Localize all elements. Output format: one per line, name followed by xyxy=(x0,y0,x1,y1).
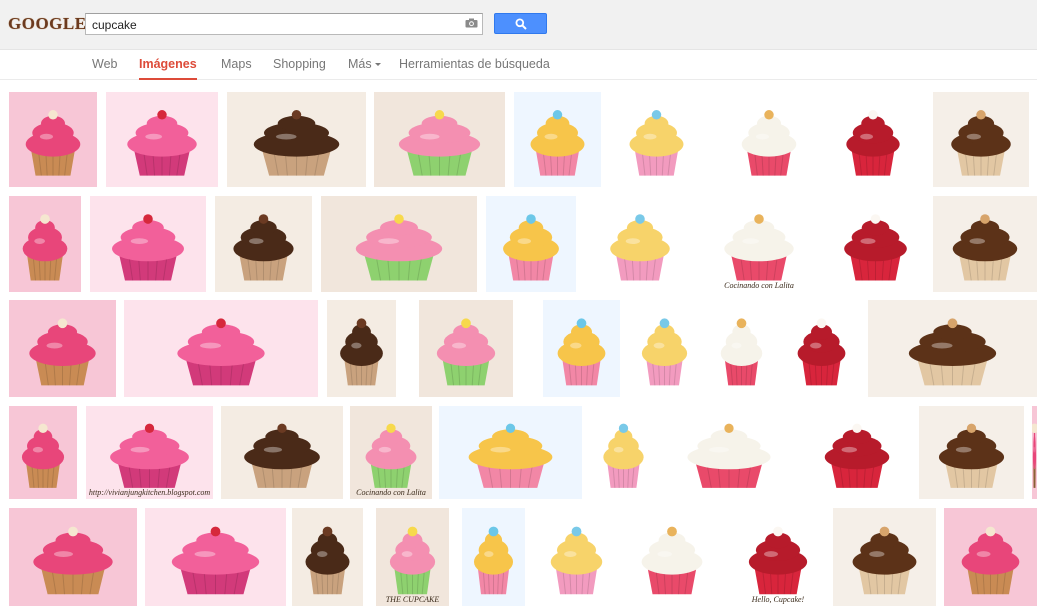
image-result[interactable] xyxy=(591,406,656,499)
image-result[interactable] xyxy=(90,196,206,292)
google-logo[interactable]: GOOGLE xyxy=(8,14,87,34)
image-caption: THE CUPCAKE xyxy=(385,595,440,604)
tab-web[interactable]: Web xyxy=(92,50,117,80)
image-result[interactable] xyxy=(9,300,116,397)
image-result[interactable] xyxy=(662,406,796,499)
tab-maps[interactable]: Maps xyxy=(221,50,252,80)
image-result[interactable] xyxy=(9,508,137,606)
image-result[interactable] xyxy=(919,406,1024,499)
image-result[interactable] xyxy=(783,300,860,397)
image-result[interactable] xyxy=(725,92,813,187)
image-result[interactable] xyxy=(327,300,396,397)
image-result[interactable]: http://vivianjungkitchen.blogspot.com xyxy=(86,406,213,499)
image-result[interactable] xyxy=(628,300,701,397)
search-input[interactable] xyxy=(92,16,452,33)
image-result[interactable] xyxy=(805,406,909,499)
image-result[interactable] xyxy=(1032,406,1037,499)
camera-icon[interactable] xyxy=(465,18,478,28)
image-result[interactable] xyxy=(374,92,505,187)
magnifier-icon xyxy=(515,18,527,30)
image-result[interactable] xyxy=(419,300,513,397)
image-result[interactable] xyxy=(933,196,1037,292)
image-result[interactable] xyxy=(833,508,936,606)
image-result[interactable] xyxy=(535,508,618,606)
image-result[interactable] xyxy=(623,508,721,606)
search-box[interactable] xyxy=(85,13,483,35)
image-result[interactable] xyxy=(439,406,582,499)
image-result[interactable]: Hello, Cupcake! xyxy=(731,508,825,606)
image-result[interactable] xyxy=(592,196,688,292)
image-result[interactable] xyxy=(462,508,525,606)
image-result[interactable] xyxy=(830,92,916,187)
image-caption: Hello, Cupcake! xyxy=(751,595,805,604)
image-result[interactable]: Cocinando con Lalita xyxy=(350,406,432,499)
chevron-down-icon xyxy=(374,63,381,67)
image-result[interactable] xyxy=(9,406,77,499)
image-result[interactable] xyxy=(145,508,286,606)
image-result[interactable] xyxy=(106,92,218,187)
image-result[interactable] xyxy=(321,196,477,292)
image-result[interactable] xyxy=(514,92,601,187)
top-bar: GOOGLE xyxy=(0,0,1037,50)
image-result[interactable] xyxy=(933,92,1029,187)
image-result[interactable] xyxy=(543,300,620,397)
tab-more[interactable]: Más xyxy=(348,50,381,80)
image-result[interactable]: THE CUPCAKE xyxy=(376,508,449,606)
image-result[interactable] xyxy=(9,196,81,292)
image-caption: http://vivianjungkitchen.blogspot.com xyxy=(88,488,211,497)
image-result[interactable] xyxy=(215,196,312,292)
image-result[interactable] xyxy=(708,300,775,397)
image-result[interactable] xyxy=(868,300,1037,397)
image-result[interactable] xyxy=(9,92,97,187)
image-result[interactable] xyxy=(825,196,926,292)
image-result[interactable] xyxy=(221,406,343,499)
image-caption: Cocinando con Lalita xyxy=(724,281,794,290)
image-result[interactable] xyxy=(292,508,363,606)
tab-shopping[interactable]: Shopping xyxy=(273,50,326,80)
image-results-grid: Cocinando con Lalita http://vivianjungkit… xyxy=(0,80,1037,606)
image-result[interactable] xyxy=(613,92,700,187)
tab-images[interactable]: Imágenes xyxy=(139,50,197,80)
image-caption: Cocinando con Lalita xyxy=(356,488,426,497)
search-button[interactable] xyxy=(494,13,547,34)
image-result[interactable] xyxy=(944,508,1037,606)
tab-search-tools[interactable]: Herramientas de búsqueda xyxy=(399,50,550,80)
image-result[interactable] xyxy=(486,196,576,292)
image-result[interactable]: Cocinando con Lalita xyxy=(703,196,815,292)
search-tabs: Web Imágenes Maps Shopping Más Herramien… xyxy=(0,50,1037,80)
image-result[interactable] xyxy=(227,92,366,187)
image-result[interactable] xyxy=(124,300,318,397)
